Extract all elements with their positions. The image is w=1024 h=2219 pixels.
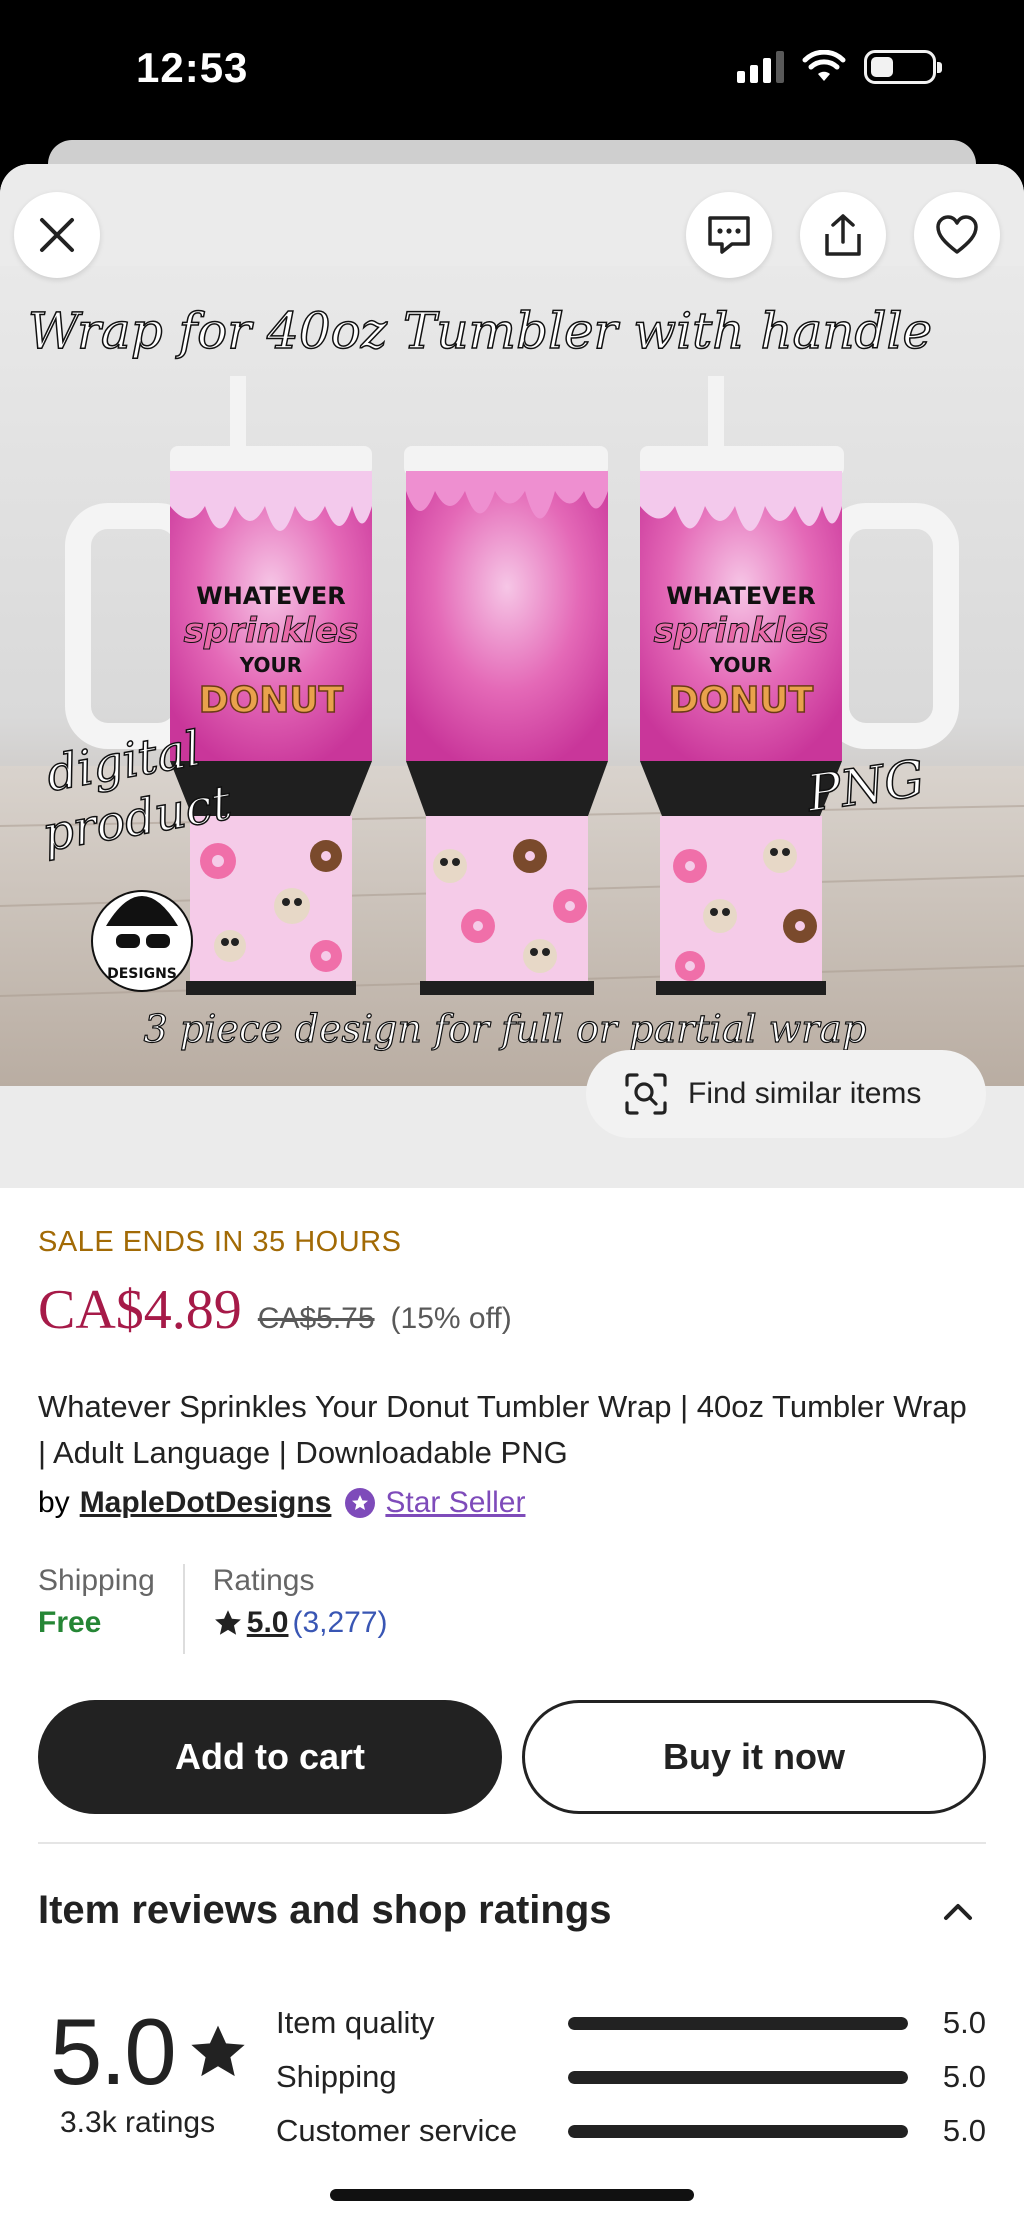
rating-bar (568, 2016, 908, 2030)
ratings-total: 3.3k ratings (60, 2106, 216, 2139)
reviews-heading[interactable]: Item reviews and shop ratings (38, 1888, 612, 1933)
close-icon (40, 218, 74, 252)
cup3-line-4: DONUT (669, 680, 814, 721)
product-title: Whatever Sprinkles Your Donut Tumbler Wr… (38, 1389, 967, 1470)
status-icons (737, 50, 942, 84)
current-price: CA$4.89 (38, 1279, 242, 1341)
rating-row-label: Customer service (276, 2113, 518, 2148)
ratings-value-row[interactable]: 5.0 (3,277) (213, 1606, 388, 1640)
sale-banner: SALE ENDS IN 35 HOURS (38, 1226, 402, 1258)
home-indicator[interactable] (330, 2189, 694, 2201)
star-seller-badge-icon (345, 1488, 376, 1518)
star-icon (214, 1610, 241, 1635)
rating-count[interactable]: (3,277) (292, 1606, 387, 1640)
share-icon (825, 214, 861, 256)
buy-it-now-button[interactable]: Buy it now (522, 1700, 986, 1814)
rating-bar (568, 2124, 908, 2138)
heart-icon (936, 215, 978, 254)
cup3-line-1: WHATEVER (666, 582, 815, 610)
image-label-bottom: 3 piece design for full or partial wrap (144, 1007, 867, 1051)
rating-bar-fill (568, 2124, 908, 2138)
rating-row-value: 5.0 (942, 2113, 986, 2148)
overall-rating: 5.0 (50, 1998, 249, 2106)
seller-row: by MapleDotDesigns Star Seller (38, 1486, 525, 1520)
shop-logo-text: DESIGNS (107, 966, 177, 982)
rating-row-label: Shipping (276, 2059, 397, 2094)
shipping-summary: Shipping Free (38, 1564, 183, 1654)
cup1-line-3: YOUR (239, 653, 302, 677)
status-time: 12:53 (136, 44, 249, 91)
shipping-label: Shipping (38, 1564, 155, 1597)
shipping-value: Free (38, 1606, 102, 1639)
image-headline: Wrap for 40oz Tumbler with handle (28, 302, 932, 360)
rating-row: Item quality 5.0 (276, 1996, 986, 2050)
rating-bar (568, 2070, 908, 2084)
message-seller-button[interactable] (686, 192, 772, 278)
shop-logo: DESIGNS (91, 890, 193, 992)
share-button[interactable] (800, 192, 886, 278)
rating-bar-fill (568, 2016, 908, 2030)
product-hero: Wrap for 40oz Tumbler with handle WHATEV… (0, 164, 1024, 1188)
rating-value[interactable]: 5.0 (247, 1606, 289, 1640)
original-price: CA$5.75 (257, 1302, 375, 1335)
cellular-signal-icon (737, 51, 784, 83)
rating-row-value: 5.0 (942, 2059, 986, 2094)
ratings-summary[interactable]: Ratings 5.0 (3,277) (182, 1564, 416, 1654)
message-icon (708, 216, 750, 254)
rating-row: Customer service 5.0 (276, 2104, 986, 2158)
cup3-line-2: sprinkles (654, 611, 829, 651)
cup3-line-3: YOUR (709, 653, 772, 677)
battery-icon (864, 50, 942, 84)
rating-row-label: Item quality (276, 2005, 435, 2040)
cup1-line-1: WHATEVER (196, 582, 345, 610)
chevron-up-icon[interactable] (940, 1900, 976, 1924)
favorite-button[interactable] (914, 192, 1000, 278)
cup1-line-2: sprinkles (184, 611, 359, 651)
status-bar: 12:53 (0, 0, 1024, 140)
find-similar-label: Find similar items (688, 1077, 922, 1110)
find-similar-button[interactable]: Find similar items (586, 1050, 986, 1138)
shipping-ratings-summary: Shipping Free Ratings 5.0 (3,277) (38, 1564, 416, 1654)
overall-rating-value: 5.0 (50, 1999, 177, 2104)
by-label: by (38, 1486, 70, 1519)
price-row: CA$4.89 CA$5.75 (15% off) (38, 1278, 512, 1342)
rating-row: Shipping 5.0 (276, 2050, 986, 2104)
seller-link[interactable]: MapleDotDesigns (80, 1486, 332, 1520)
section-divider (38, 1842, 986, 1844)
visual-search-icon (625, 1073, 667, 1115)
rating-breakdown: Item quality 5.0 Shipping 5.0 Customer s… (276, 1996, 986, 2158)
ratings-label: Ratings (212, 1564, 315, 1597)
cup1-line-4: DONUT (199, 680, 344, 721)
discount-label: (15% off) (390, 1302, 512, 1335)
wifi-icon (802, 50, 846, 81)
close-button[interactable] (14, 192, 100, 278)
add-to-cart-button[interactable]: Add to cart (38, 1700, 502, 1814)
star-seller-link[interactable]: Star Seller (385, 1486, 525, 1520)
star-icon (191, 2025, 245, 2077)
rating-row-value: 5.0 (942, 2005, 986, 2040)
product-image[interactable]: Wrap for 40oz Tumbler with handle WHATEV… (0, 266, 1024, 1086)
rating-bar-fill (568, 2070, 908, 2084)
